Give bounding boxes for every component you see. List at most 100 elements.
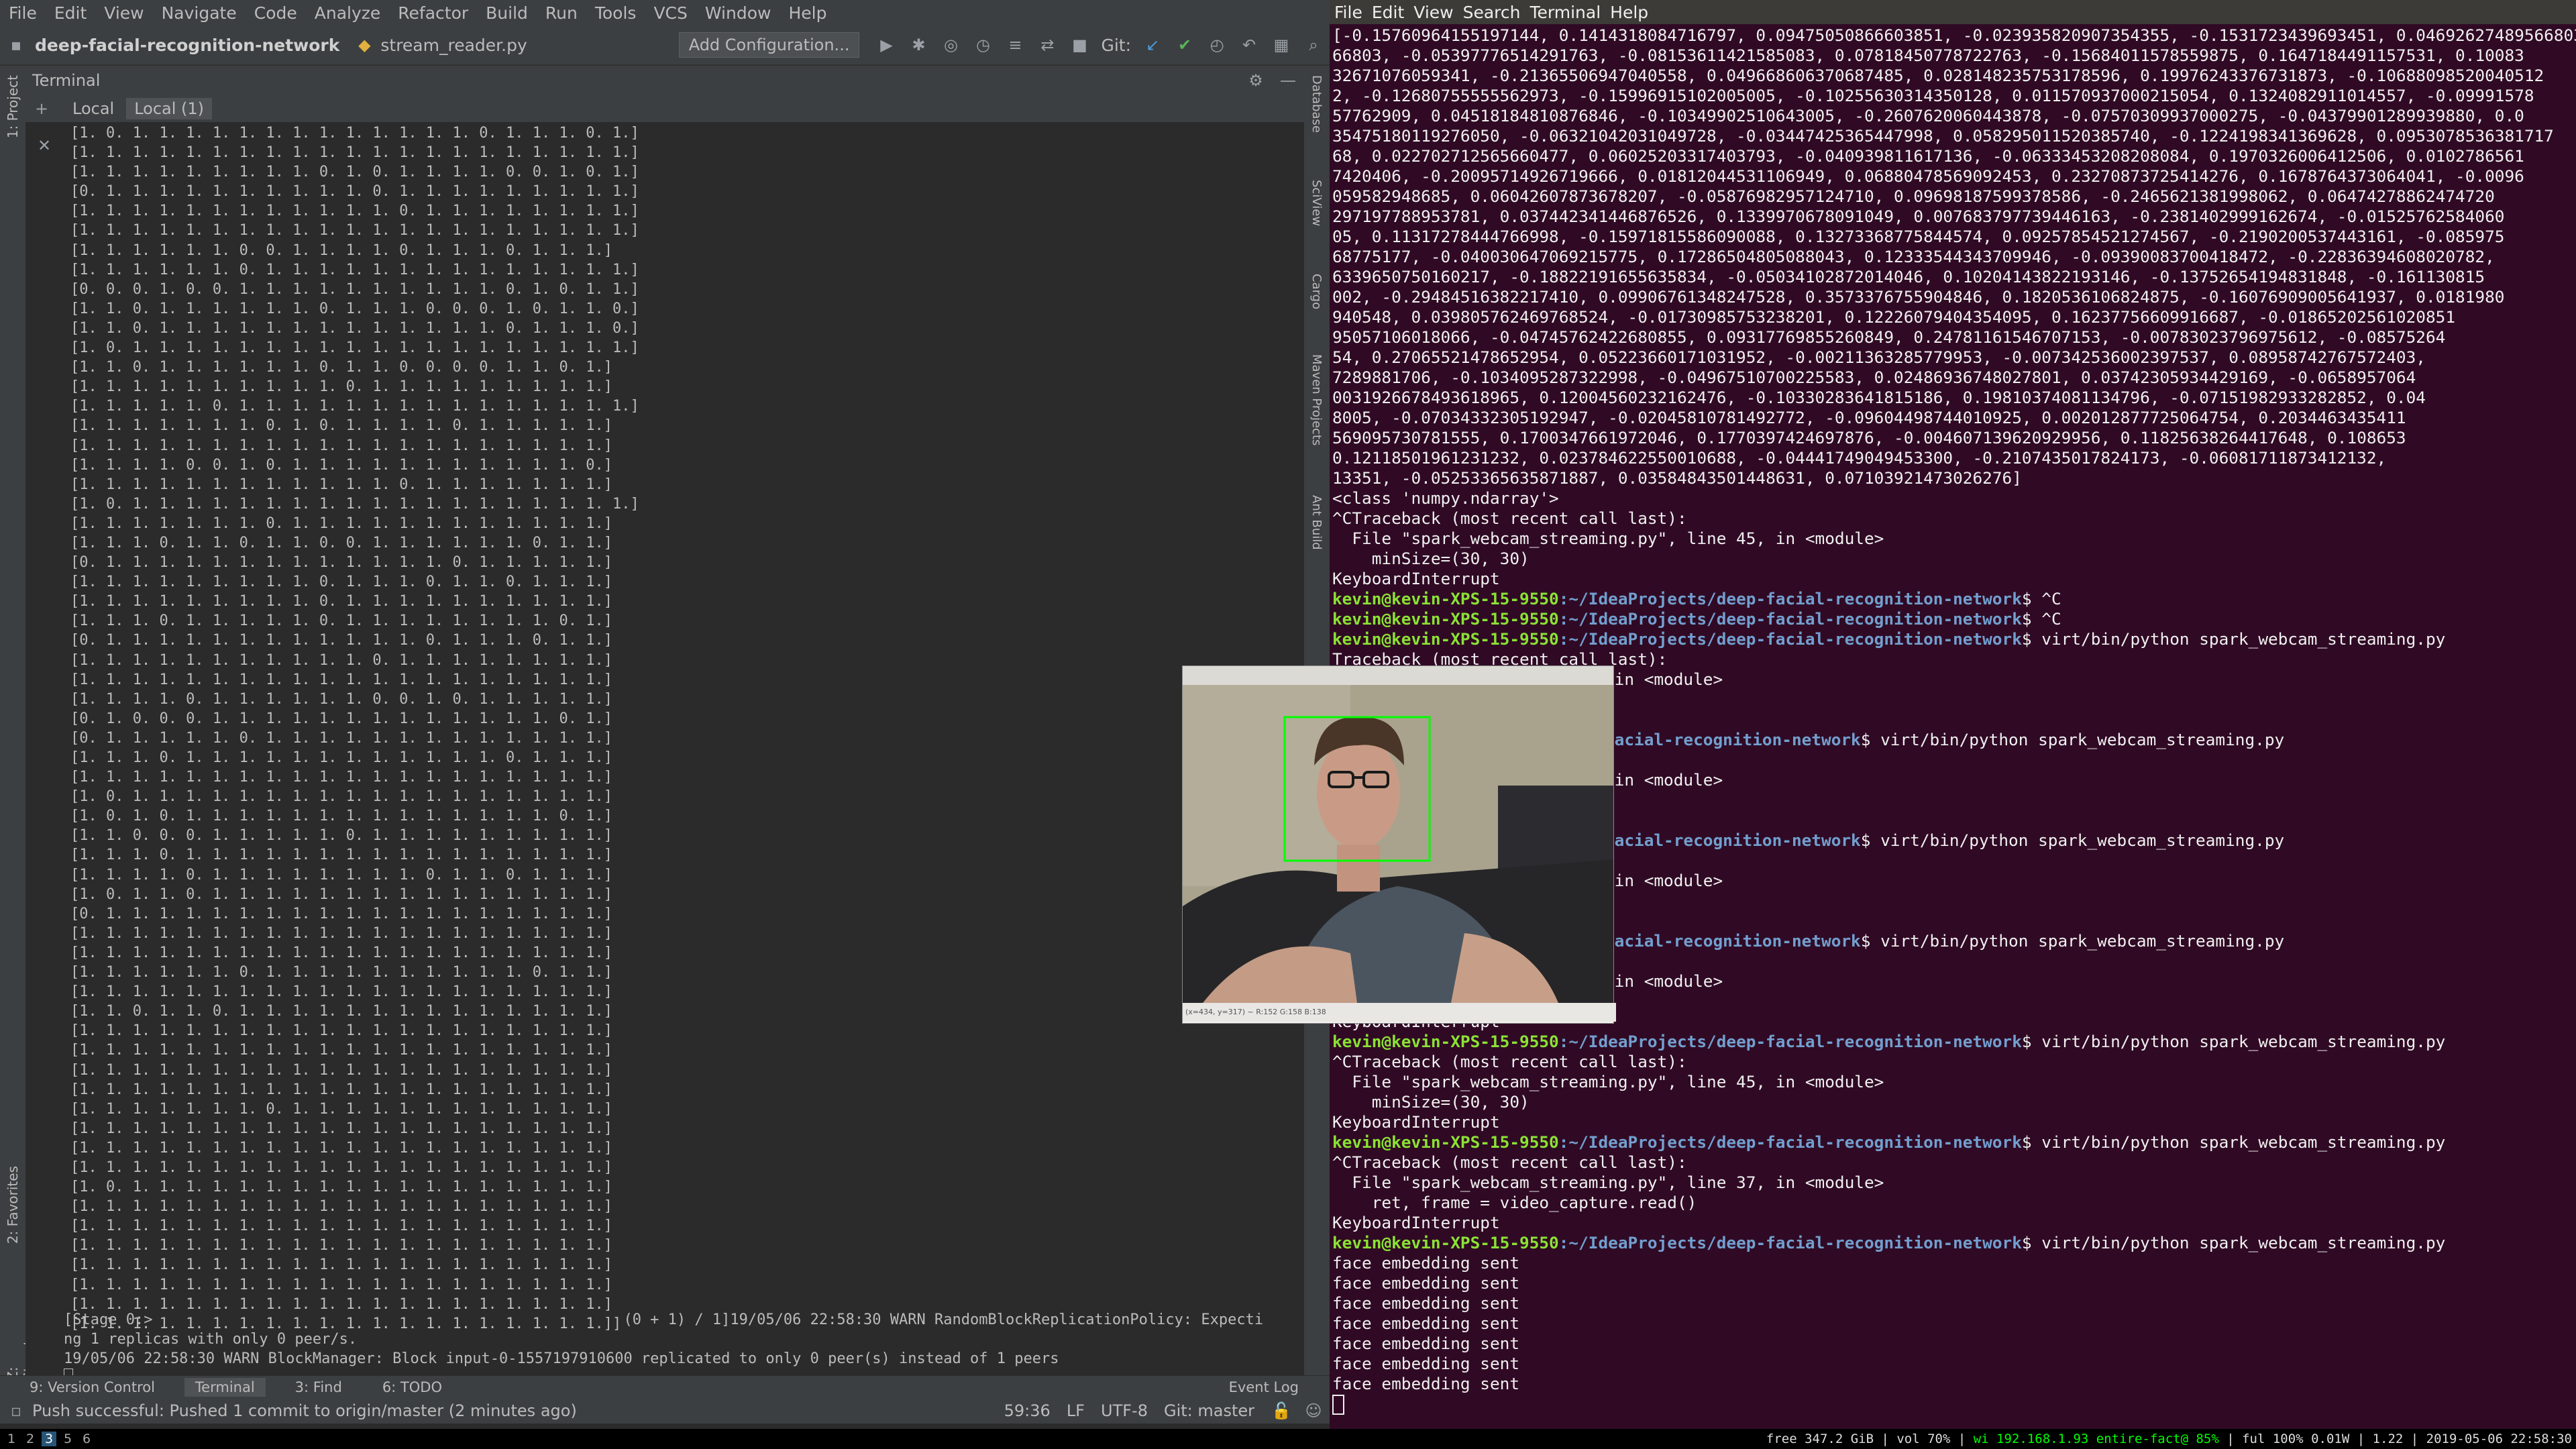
workspace-2[interactable]: 2	[23, 1432, 38, 1446]
vector-line: 297197788953781, 0.037442341446876526, 0…	[1332, 207, 2505, 226]
terminal-line: kevin@kevin-XPS-15-9550:~/IdeaProjects/d…	[1332, 629, 2573, 649]
webcam-preview-window[interactable]: (x=434, y=317) ~ R:152 G:158 B:138	[1182, 665, 1616, 1024]
attach-icon[interactable]: ⇄	[1037, 35, 1057, 55]
search-icon[interactable]: ⌕	[1303, 35, 1324, 55]
term-menu-view[interactable]: View	[1409, 3, 1458, 22]
matrix-row: [1. 1. 1. 1. 1. 0. 1. 1. 1. 1. 1. 1. 1. …	[70, 398, 639, 415]
run-icon[interactable]: ▶	[876, 35, 896, 55]
menu-help[interactable]: Help	[780, 3, 835, 23]
menu-navigate[interactable]: Navigate	[153, 3, 246, 23]
matrix-row: [0. 1. 1. 1. 1. 1. 1. 1. 1. 1. 1. 0. 1. …	[70, 183, 639, 201]
term-menu-file[interactable]: File	[1330, 3, 1367, 22]
tab-version-control[interactable]: 9: Version Control	[19, 1378, 166, 1397]
add-configuration-button[interactable]: Add Configuration...	[678, 32, 860, 58]
matrix-row: [1. 1. 1. 1. 1. 1. 1. 1. 1. 1. 1. 1. 0. …	[70, 476, 612, 493]
webcam-title-bar[interactable]	[1183, 666, 1613, 685]
stop-icon[interactable]: ■	[1069, 35, 1089, 55]
close-icon[interactable]: ✕	[34, 136, 54, 156]
menu-analyze[interactable]: Analyze	[306, 3, 390, 23]
terminal-line: 95057106018066, -0.04745762422680855, 0.…	[1332, 327, 2573, 347]
workspace-3[interactable]: 3	[42, 1432, 56, 1446]
git-history-icon[interactable]: ◴	[1207, 35, 1227, 55]
terminal-line: 05, 0.11317278444766998, -0.159718155860…	[1332, 227, 2573, 247]
tool-project[interactable]: 1: Project	[5, 75, 21, 138]
file-breadcrumb[interactable]: stream_reader.py	[380, 36, 527, 55]
menu-window[interactable]: Window	[696, 3, 780, 23]
tab-find[interactable]: 3: Find	[284, 1378, 353, 1397]
git-revert-icon[interactable]: ↶	[1239, 35, 1259, 55]
menu-run[interactable]: Run	[537, 3, 586, 23]
line-separator[interactable]: LF	[1067, 1401, 1085, 1420]
tool-favorites[interactable]: 2: Favorites	[5, 1166, 21, 1244]
webcam-frame	[1183, 685, 1613, 1003]
terminal-line: kevin@kevin-XPS-15-9550:~/IdeaProjects/d…	[1332, 1233, 2573, 1253]
tab-local-1[interactable]: Local (1)	[126, 98, 213, 119]
tab-terminal[interactable]: Terminal	[184, 1378, 266, 1397]
project-structure-icon[interactable]: ▦	[1271, 35, 1291, 55]
menu-build[interactable]: Build	[477, 3, 537, 23]
term-menu-terminal[interactable]: Terminal	[1525, 3, 1605, 22]
tab-todo[interactable]: 6: TODO	[372, 1378, 453, 1397]
lock-icon[interactable]: 🔓	[1271, 1401, 1291, 1421]
terminal-line: KeyboardInterrupt	[1332, 1213, 2573, 1233]
webcam-image	[1183, 685, 1613, 1003]
git-label: Git:	[1101, 35, 1131, 55]
git-update-icon[interactable]: ↙	[1142, 35, 1163, 55]
cursor-position[interactable]: 59:36	[1004, 1401, 1051, 1420]
term-menu-search[interactable]: Search	[1458, 3, 1525, 22]
menu-tools[interactable]: Tools	[586, 3, 645, 23]
git-branch[interactable]: Git: master	[1164, 1401, 1254, 1420]
matrix-row: [1. 1. 1. 1. 1. 1. 1. 1. 1. 1. 1. 1. 1. …	[70, 769, 612, 786]
workspace-1[interactable]: 1	[4, 1432, 19, 1446]
vector-line: 569095730781555, 0.1700347661972046, 0.1…	[1332, 428, 2406, 447]
prompt-dollar: $	[2021, 1132, 2032, 1152]
coverage-icon[interactable]: ◎	[941, 35, 961, 55]
tab-local[interactable]: Local	[64, 98, 122, 119]
terminal-line: face embedding sent	[1332, 1313, 2573, 1334]
matrix-row: [1. 0. 1. 0. 1. 1. 1. 1. 1. 1. 1. 1. 1. …	[70, 808, 612, 825]
menu-view[interactable]: View	[95, 3, 152, 23]
git-commit-icon[interactable]: ✔	[1175, 35, 1195, 55]
terminal-line: 0031926678493618965, 0.12004560232162476…	[1332, 388, 2573, 408]
vector-line: 32671076059341, -0.21365506947040558, 0.…	[1332, 66, 2544, 85]
terminal-line: kevin@kevin-XPS-15-9550:~/IdeaProjects/d…	[1332, 1032, 2573, 1052]
terminal-line: 68, 0.022702712565660477, 0.060252033174…	[1332, 146, 2573, 166]
file-encoding[interactable]: UTF-8	[1101, 1401, 1148, 1420]
menu-vcs[interactable]: VCS	[645, 3, 696, 23]
tool-database[interactable]: Database	[1309, 75, 1324, 133]
profile-icon[interactable]: ◷	[973, 35, 993, 55]
menu-refactor[interactable]: Refactor	[389, 3, 477, 23]
ide-menubar: File Edit View Navigate Code Analyze Ref…	[0, 0, 1330, 25]
term-menu-help[interactable]: Help	[1605, 3, 1653, 22]
terminal-line: File "spark_webcam_streaming.py", line 4…	[1332, 529, 2573, 549]
tab-event-log[interactable]: Event Log	[1218, 1378, 1309, 1397]
terminal-line: [-0.15760964155197144, 0.141431808471679…	[1332, 25, 2576, 46]
tool-maven[interactable]: Maven Projects	[1309, 354, 1324, 445]
project-breadcrumb[interactable]: deep-facial-recognition-network	[35, 36, 339, 55]
add-tab-icon[interactable]: +	[32, 99, 52, 119]
terminal-line: face embedding sent	[1332, 1354, 2573, 1374]
terminal-text: KeyboardInterrupt	[1332, 569, 1500, 588]
terminal-text: File "spark_webcam_streaming.py", line 4…	[1332, 1072, 1884, 1091]
matrix-row: [1. 1. 1. 1. 1. 1. 1. 1. 1. 1. 1. 1. 1. …	[70, 1061, 612, 1079]
minimize-icon[interactable]: —	[1278, 70, 1298, 91]
stage-line: [Stage 0:> (0 + 1) / 1]19/05/06 22:58:30…	[64, 1311, 1264, 1328]
menu-code[interactable]: Code	[246, 3, 306, 23]
concurrency-icon[interactable]: ≡	[1005, 35, 1025, 55]
matrix-row: [0. 1. 1. 1. 1. 1. 1. 1. 1. 1. 1. 1. 1. …	[70, 632, 612, 649]
menu-edit[interactable]: Edit	[46, 3, 95, 23]
term-menu-edit[interactable]: Edit	[1367, 3, 1409, 22]
terminal-panel-title: Terminal	[32, 71, 101, 90]
workspace-6[interactable]: 6	[79, 1432, 94, 1446]
tray-wifi: wi 192.168.1.93 entire-fact@ 85%	[1973, 1432, 2219, 1446]
workspace-5[interactable]: 5	[60, 1432, 75, 1446]
terminal-side-tools: ✕	[25, 122, 60, 1383]
tool-cargo[interactable]: Cargo	[1309, 274, 1324, 309]
debug-icon[interactable]: ✱	[908, 35, 928, 55]
menu-file[interactable]: File	[0, 3, 46, 23]
inspector-icon[interactable]: ☺	[1303, 1401, 1324, 1421]
settings-icon[interactable]: ⚙	[1246, 70, 1266, 91]
tool-ant-build[interactable]: Ant Build	[1309, 495, 1324, 550]
tool-sciview[interactable]: SciView	[1309, 180, 1324, 226]
terminal-output-matrix: [1. 0. 1. 1. 1. 1. 1. 1. 1. 1. 1. 1. 1. …	[70, 123, 639, 1334]
